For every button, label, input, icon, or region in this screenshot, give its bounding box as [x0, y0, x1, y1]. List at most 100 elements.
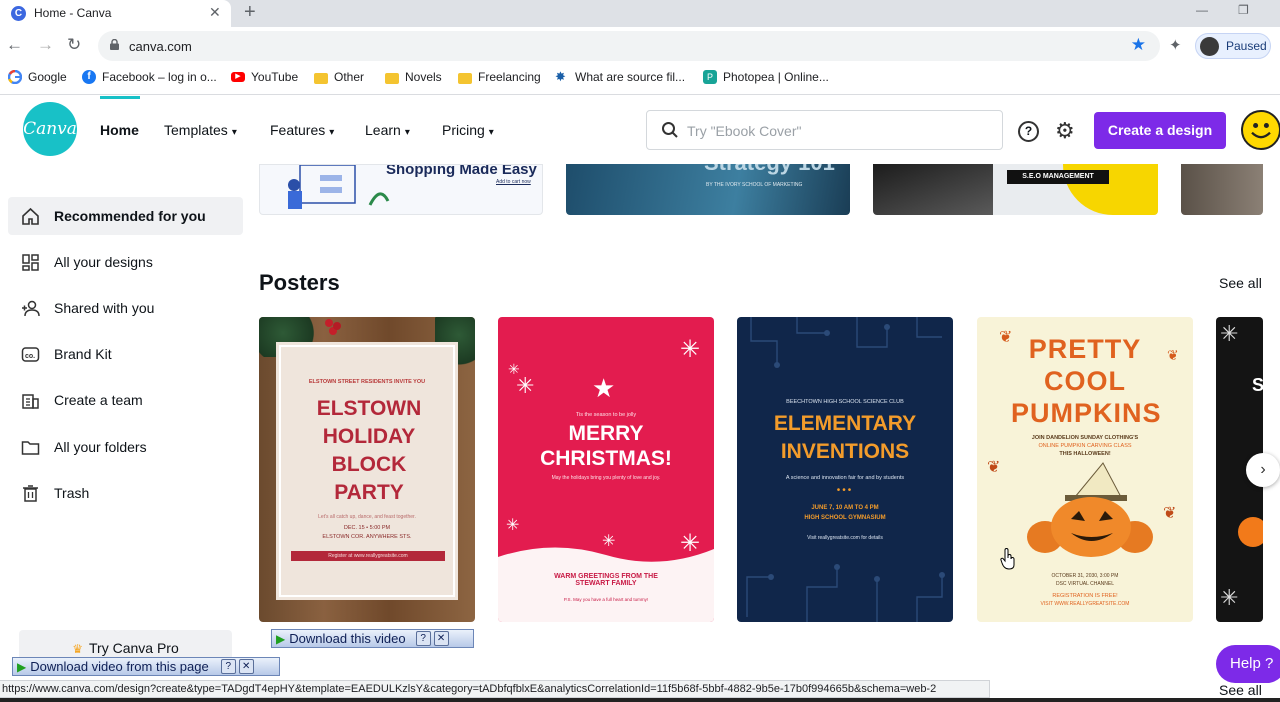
sidebar-item-trash[interactable]: Trash: [8, 474, 243, 512]
bookmark-label: What are source fil...: [575, 70, 686, 84]
canva-header: Canva Home Templates ▾ Features ▾ Learn ▾ P…: [0, 96, 1280, 164]
restore-icon[interactable]: ❐: [1238, 3, 1249, 17]
reload-icon[interactable]: ↻: [67, 35, 81, 55]
google-icon: [8, 70, 22, 84]
nav-learn[interactable]: Learn ▾: [365, 122, 410, 138]
help-button[interactable]: Help ?: [1216, 645, 1280, 683]
pumpkin-partial: [1238, 517, 1263, 547]
back-icon[interactable]: ←: [6, 35, 23, 55]
browser-tab[interactable]: C Home - Canva ✕: [0, 0, 231, 27]
crown-icon: ♛: [72, 642, 84, 656]
bookmark-source-files[interactable]: ✸ What are source fil...: [555, 69, 686, 85]
snowflake-icon: ✳: [680, 336, 701, 363]
sidebar-item-label: Shared with you: [54, 300, 155, 316]
tab-title: Home - Canva: [34, 6, 112, 20]
nav-home[interactable]: Home: [100, 122, 139, 138]
bookmark-folder-novels[interactable]: Novels: [385, 70, 442, 84]
bookmark-label: Google: [28, 70, 67, 84]
help-icon[interactable]: ?: [1018, 121, 1039, 142]
snowflake-icon: ✳: [506, 517, 520, 534]
poster-place: DSC VIRTUAL CHANNEL: [1055, 581, 1115, 587]
create-design-button[interactable]: Create a design: [1094, 112, 1226, 149]
sidebar: Recommended for you All your designs Sha…: [0, 164, 250, 702]
poster-date: DEC. 15 • 5:00 PM: [343, 525, 391, 531]
sidebar-item-folders[interactable]: All your folders: [8, 428, 243, 466]
poster-body: JOIN DANDELION SUNDAY CLOTHING'S: [1031, 435, 1139, 441]
screen-bottom-edge: [0, 698, 1280, 702]
forward-icon[interactable]: →: [37, 35, 54, 55]
url-text: canva.com: [129, 39, 192, 54]
extensions-icon[interactable]: ✦: [1169, 36, 1182, 54]
sidebar-item-create-team[interactable]: Create a team: [8, 381, 243, 419]
poster-partial-letter: S: [1252, 375, 1263, 395]
nav-pricing[interactable]: Pricing ▾: [442, 122, 494, 138]
play-icon: ▶: [17, 659, 27, 674]
bookmark-folder-other[interactable]: Other: [314, 70, 364, 84]
bookmark-star-icon[interactable]: ★: [1131, 35, 1146, 55]
download-video-label: Download this video: [289, 631, 406, 646]
poster-body: A science and innovation fair for and by…: [785, 475, 905, 481]
poster-merry-christmas[interactable]: ✳ ✳ ✳ ✳ ✳ ✳ ★ Tis the season to be jolly…: [498, 317, 714, 622]
folder-icon: [314, 72, 328, 84]
poster-ps: P.S. May you have a full heart and tummy…: [563, 597, 649, 602]
hand-cursor-icon: [1000, 548, 1015, 570]
chevron-down-icon: ▾: [231, 127, 237, 138]
close-tab-icon[interactable]: ✕: [209, 4, 221, 21]
poster-body: May the holidays bring you plenty of lov…: [551, 475, 661, 481]
sidebar-item-brand-kit[interactable]: co. Brand Kit: [8, 335, 243, 373]
people-icon: [22, 300, 40, 317]
avatar: [1200, 37, 1219, 56]
bookmark-google[interactable]: Google: [8, 70, 67, 84]
sidebar-item-recommended[interactable]: Recommended for you: [8, 197, 243, 235]
nav-features[interactable]: Features ▾: [270, 122, 334, 138]
poster-title: ELEMENTARY INVENTIONS: [773, 412, 917, 463]
home-active-indicator: [100, 96, 140, 99]
search-box[interactable]: [646, 110, 1003, 150]
download-page-label: Download video from this page: [30, 659, 209, 674]
user-avatar[interactable]: [1241, 110, 1280, 150]
see-all-posters-link[interactable]: See all: [1219, 275, 1262, 291]
browser-tab-strip: C Home - Canva ✕ + — ❐: [0, 0, 1280, 27]
nav-label: Features: [270, 122, 326, 138]
canva-logo[interactable]: Canva: [23, 102, 77, 156]
download-video-bar[interactable]: ▶ Download this video ? ✕: [271, 629, 474, 648]
poster-elstown-holiday[interactable]: ELSTOWN STREET RESIDENTS INVITE YOU ELST…: [259, 317, 475, 622]
snowflake-icon: ✳: [516, 373, 535, 398]
poster-elementary-inventions[interactable]: BEECHTOWN HIGH SCHOOL SCIENCE CLUB ELEME…: [737, 317, 953, 622]
gear-icon[interactable]: ⚙: [1055, 118, 1075, 144]
bookmark-photopea[interactable]: P Photopea | Online...: [703, 70, 829, 84]
card-subtext: BY THE IVORY SCHOOL OF MARKETING: [706, 182, 803, 188]
sidebar-item-shared[interactable]: Shared with you: [8, 289, 243, 327]
close-icon[interactable]: ✕: [238, 659, 254, 674]
download-page-video-bar[interactable]: ▶ Download video from this page ? ✕: [12, 657, 280, 676]
template-card-strategy[interactable]: Strategy 101 BY THE IVORY SCHOOL OF MARK…: [566, 164, 850, 215]
try-pro-label: Try Canva Pro: [89, 640, 179, 656]
help-icon[interactable]: ?: [415, 631, 431, 646]
bookmark-facebook[interactable]: f Facebook – log in o...: [82, 70, 217, 84]
sun-icon: ✸: [555, 69, 566, 84]
star-icon: ★: [592, 373, 616, 403]
search-input[interactable]: [687, 120, 987, 142]
close-icon[interactable]: ✕: [433, 631, 449, 646]
sidebar-item-label: All your designs: [54, 254, 153, 270]
help-icon[interactable]: ?: [220, 659, 236, 674]
bookmark-youtube[interactable]: ▶ YouTube: [231, 70, 298, 84]
nav-templates[interactable]: Templates ▾: [164, 122, 237, 138]
sidebar-item-designs[interactable]: All your designs: [8, 243, 243, 281]
spiderweb-icon: ✳: [1220, 321, 1239, 346]
new-tab-icon[interactable]: +: [244, 1, 256, 24]
template-card-partial[interactable]: [1181, 164, 1263, 215]
nav-label: Pricing: [442, 122, 485, 138]
template-card-seo[interactable]: S.E.O MANAGEMENT: [873, 164, 1158, 215]
see-all-bottom-link[interactable]: See all: [1219, 682, 1262, 698]
folder-icon: [21, 441, 40, 455]
template-card-shopping[interactable]: Shopping Made Easy Add to cart now: [259, 164, 543, 215]
address-bar[interactable]: canva.com ★: [98, 31, 1160, 61]
minimize-icon[interactable]: —: [1196, 3, 1208, 17]
carousel-next-arrow[interactable]: ›: [1246, 453, 1280, 487]
leaf-icon: ❦: [987, 459, 1001, 476]
poster-pretty-cool-pumpkins[interactable]: ❦ ❦ ❦ ❦ PRETTY COOL PUMPKINS JOIN DANDEL…: [977, 317, 1193, 622]
bookmark-folder-freelancing[interactable]: Freelancing: [458, 70, 541, 84]
profile-button[interactable]: Paused: [1195, 33, 1271, 59]
poster-date: OCTOBER 31, 2030, 3:00 PM: [1051, 573, 1119, 579]
